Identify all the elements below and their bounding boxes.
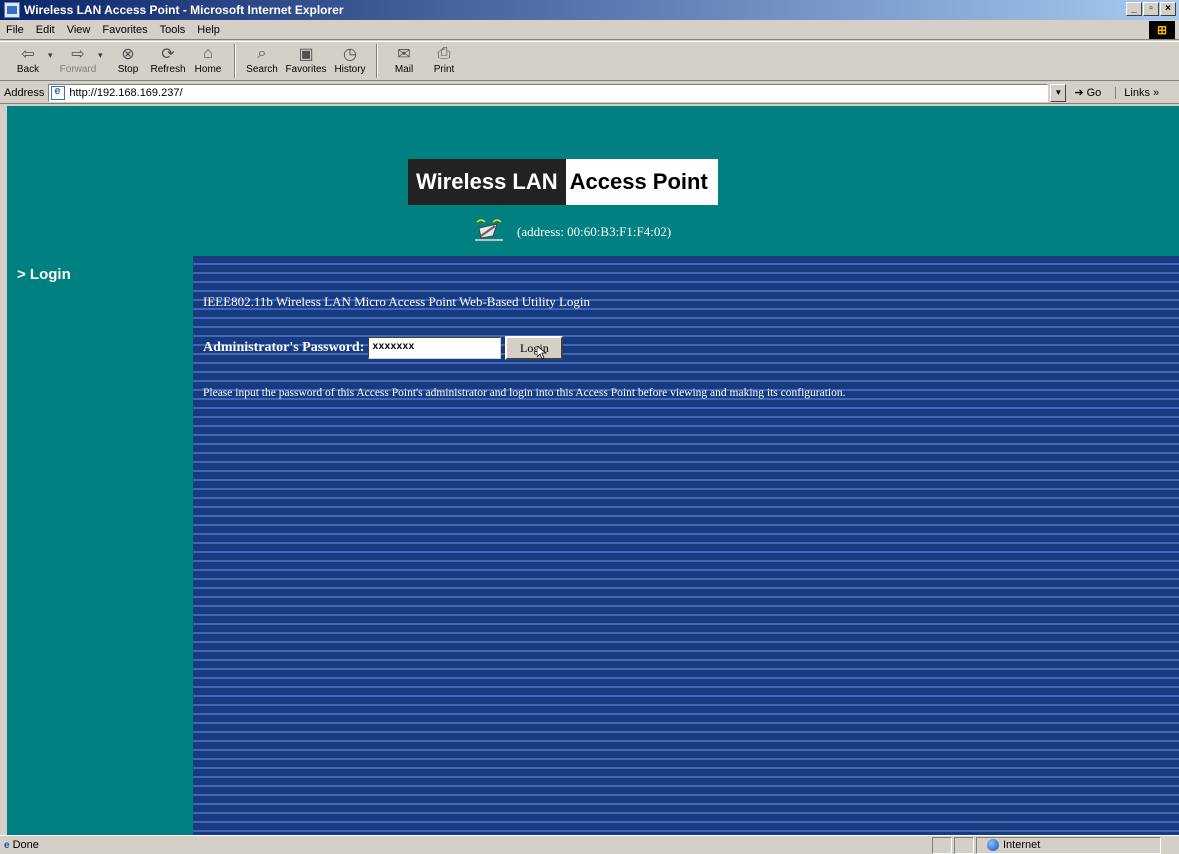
status-security-cell <box>954 836 974 854</box>
history-icon: ◷ <box>343 46 357 63</box>
back-label: Back <box>16 64 40 75</box>
ie-page-icon <box>51 85 66 100</box>
device-address-line: (address: 00:60:B3:F1:F4:02) <box>471 216 671 242</box>
refresh-icon: ⟳ <box>161 46 175 63</box>
mail-label: Mail <box>394 64 414 75</box>
stop-button[interactable]: ⊗ Stop <box>108 42 148 80</box>
product-banner: Wireless LAN Access Point <box>408 159 718 205</box>
stop-label: Stop <box>117 64 139 75</box>
menu-bar: File Edit View Favorites Tools Help ⊞ <box>0 20 1179 40</box>
menu-file[interactable]: File <box>6 24 24 36</box>
mail-icon: ✉ <box>397 46 411 63</box>
password-row: Administrator's Password: xxxxxxx Login <box>203 336 564 360</box>
address-bar: Address http://192.168.169.237/ ▼ ➔ Go L… <box>0 82 1179 104</box>
home-icon: ⌂ <box>203 45 213 62</box>
search-button[interactable]: ⌕ Search <box>242 42 282 80</box>
close-button[interactable]: × <box>1160 2 1176 16</box>
security-zone: Internet <box>976 836 1161 854</box>
print-label: Print <box>433 64 455 75</box>
done-page-icon: e <box>4 839 10 851</box>
window-title-bar[interactable]: Wireless LAN Access Point - Microsoft In… <box>0 0 1179 20</box>
login-button[interactable]: Login <box>505 336 564 360</box>
status-progress-cell <box>932 836 952 854</box>
go-button[interactable]: ➔ Go <box>1074 86 1102 100</box>
search-icon: ⌕ <box>257 45 267 62</box>
page-content: Wireless LAN Access Point (address: 00:6… <box>7 106 1179 835</box>
login-instruction: Please input the password of this Access… <box>203 387 846 399</box>
back-dropdown-icon[interactable]: ▾ <box>48 42 58 61</box>
links-button[interactable]: Links » <box>1115 86 1159 99</box>
address-label: Address <box>4 86 45 99</box>
mac-address: (address: 00:60:B3:F1:F4:02) <box>517 224 672 239</box>
standard-toolbar: ⇦ Back ▾ ⇨ Forward ▾ ⊗ Stop ⟳ Refresh ⌂ … <box>0 41 1179 81</box>
toolbar-separator <box>234 44 236 78</box>
login-panel: IEEE802.11b Wireless LAN Micro Access Po… <box>193 256 1179 835</box>
utility-heading: IEEE802.11b Wireless LAN Micro Access Po… <box>203 294 591 309</box>
banner-access-point: Access Point <box>565 159 718 205</box>
menu-view[interactable]: View <box>67 24 91 36</box>
go-label: Go <box>1086 86 1102 99</box>
status-text: Done <box>12 839 39 851</box>
search-label: Search <box>246 64 278 75</box>
address-dropdown-icon[interactable]: ▼ <box>1050 83 1067 102</box>
password-input[interactable]: xxxxxxx <box>368 337 502 359</box>
history-label: History <box>334 64 366 75</box>
go-arrow-icon: ➔ <box>1074 87 1084 99</box>
favorites-button[interactable]: ▣ Favorites <box>282 42 330 80</box>
stop-icon: ⊗ <box>121 46 135 63</box>
menu-edit[interactable]: Edit <box>36 24 55 36</box>
refresh-label: Refresh <box>150 64 186 75</box>
forward-button[interactable]: ⇨ Forward <box>58 42 98 80</box>
mouse-cursor-icon <box>537 346 548 360</box>
sidebar-item-login[interactable]: > Login <box>17 266 71 283</box>
mail-button[interactable]: ✉ Mail <box>384 42 424 80</box>
forward-label: Forward <box>59 64 97 75</box>
printer-icon: ⎙ <box>437 45 451 62</box>
access-point-icon <box>471 216 509 242</box>
menu-favorites[interactable]: Favorites <box>102 24 147 36</box>
back-button[interactable]: ⇦ Back <box>8 42 48 80</box>
refresh-button[interactable]: ⟳ Refresh <box>148 42 188 80</box>
maximize-button[interactable]: ▫ <box>1143 2 1159 16</box>
internet-globe-icon <box>987 839 999 851</box>
print-button[interactable]: ⎙ Print <box>424 42 464 80</box>
back-arrow-icon: ⇦ <box>21 46 35 63</box>
zone-label: Internet <box>1003 839 1041 851</box>
home-label: Home <box>194 64 222 75</box>
ie-window-icon[interactable] <box>4 2 20 18</box>
favorites-folder-icon: ▣ <box>298 46 314 63</box>
home-button[interactable]: ⌂ Home <box>188 42 228 80</box>
forward-dropdown-icon[interactable]: ▾ <box>98 42 108 61</box>
window-controls: _ ▫ × <box>1126 2 1176 16</box>
address-url: http://192.168.169.237/ <box>69 86 183 99</box>
address-input[interactable]: http://192.168.169.237/ <box>48 83 1049 102</box>
menu-tools[interactable]: Tools <box>160 24 186 36</box>
window-title: Wireless LAN Access Point - Microsoft In… <box>24 3 344 17</box>
favorites-label: Favorites <box>285 64 327 75</box>
minimize-button[interactable]: _ <box>1126 2 1142 16</box>
menu-help[interactable]: Help <box>197 24 220 36</box>
forward-arrow-icon: ⇨ <box>71 46 85 63</box>
banner-wireless-lan: Wireless LAN <box>408 159 566 205</box>
status-text-area: e Done <box>0 837 930 854</box>
status-bar: e Done Internet <box>0 835 1179 854</box>
history-button[interactable]: ◷ History <box>330 42 370 80</box>
toolbar-separator <box>376 44 378 78</box>
password-label: Administrator's Password: <box>203 340 365 355</box>
windows-logo-icon: ⊞ <box>1149 21 1175 39</box>
